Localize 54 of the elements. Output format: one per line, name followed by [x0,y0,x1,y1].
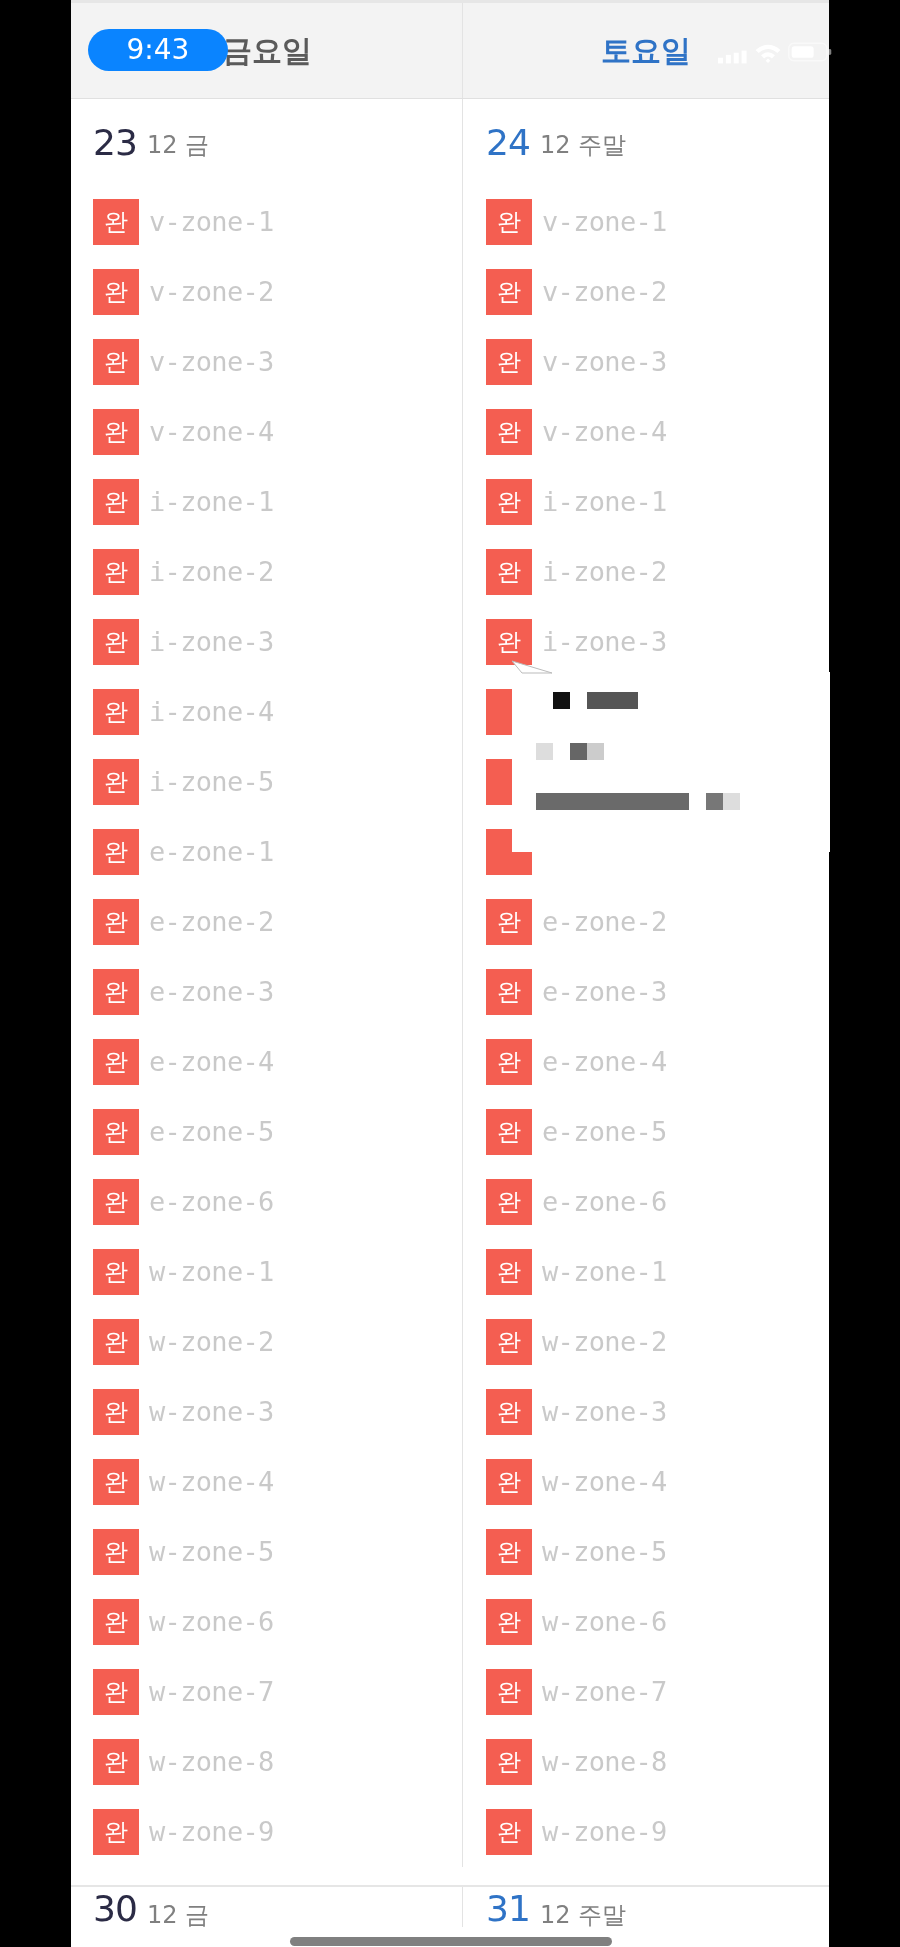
day-subtitle: 12 금 [147,1903,210,1927]
completed-badge: 완 [486,1599,532,1645]
completed-badge: 완 [93,689,139,735]
completed-badge: 완 [93,1599,139,1645]
completed-badge: 완 [486,549,532,595]
completed-badge: 완 [486,1669,532,1715]
completed-badge: 완 [486,1459,532,1505]
completed-badge: 완 [486,339,532,385]
day-subtitle: 12 금 [147,133,210,157]
completed-badge: 완 [93,199,139,245]
completed-badge: 완 [486,269,532,315]
completed-badge: 완 [93,1529,139,1575]
day-subtitle: 12 주말 [540,1903,627,1927]
day-number: 24 [486,125,530,161]
completed-badge: 완 [486,1319,532,1365]
completed-badge: 완 [486,1179,532,1225]
completed-badge: 완 [93,1249,139,1295]
day-number: 30 [93,1891,137,1927]
completed-badge: 완 [93,1109,139,1155]
completed-badge: 완 [93,1179,139,1225]
completed-badge: 완 [486,479,532,525]
completed-badge: 완 [486,409,532,455]
day-number: 31 [486,1891,530,1927]
completed-badge: 완 [486,899,532,945]
completed-badge: 완 [486,969,532,1015]
completed-badge: 완 [486,1249,532,1295]
completed-badge: 완 [486,1739,532,1785]
completed-badge: 완 [486,619,532,665]
completed-badge: 완 [486,1039,532,1085]
completed-badge: 완 [93,549,139,595]
day-subtitle: 12 주말 [540,133,627,157]
completed-badge: 완 [93,759,139,805]
completed-badge: 완 [93,1669,139,1715]
completed-badge: 완 [93,1459,139,1505]
day-number: 23 [93,125,137,161]
completed-badge: 완 [93,409,139,455]
completed-badge: 완 [93,829,139,875]
completed-badge: 완 [486,1389,532,1435]
weekday-header: 토요일 [601,32,691,70]
completed-badge: 완 [93,1039,139,1085]
completed-badge: 완 [486,1109,532,1155]
completed-badge: 완 [93,1739,139,1785]
completed-badge: 완 [93,269,139,315]
completed-badge: 완 [486,1529,532,1575]
completed-badge: 완 [93,479,139,525]
completed-badge: 완 [93,1809,139,1855]
completed-badge: 완 [93,969,139,1015]
completed-badge: 완 [486,1809,532,1855]
completed-badge: 완 [486,199,532,245]
completed-badge: 완 [93,1389,139,1435]
completed-badge: 완 [93,899,139,945]
completed-badge: 완 [93,339,139,385]
completed-badge: 완 [93,619,139,665]
completed-badge: 완 [93,1319,139,1365]
